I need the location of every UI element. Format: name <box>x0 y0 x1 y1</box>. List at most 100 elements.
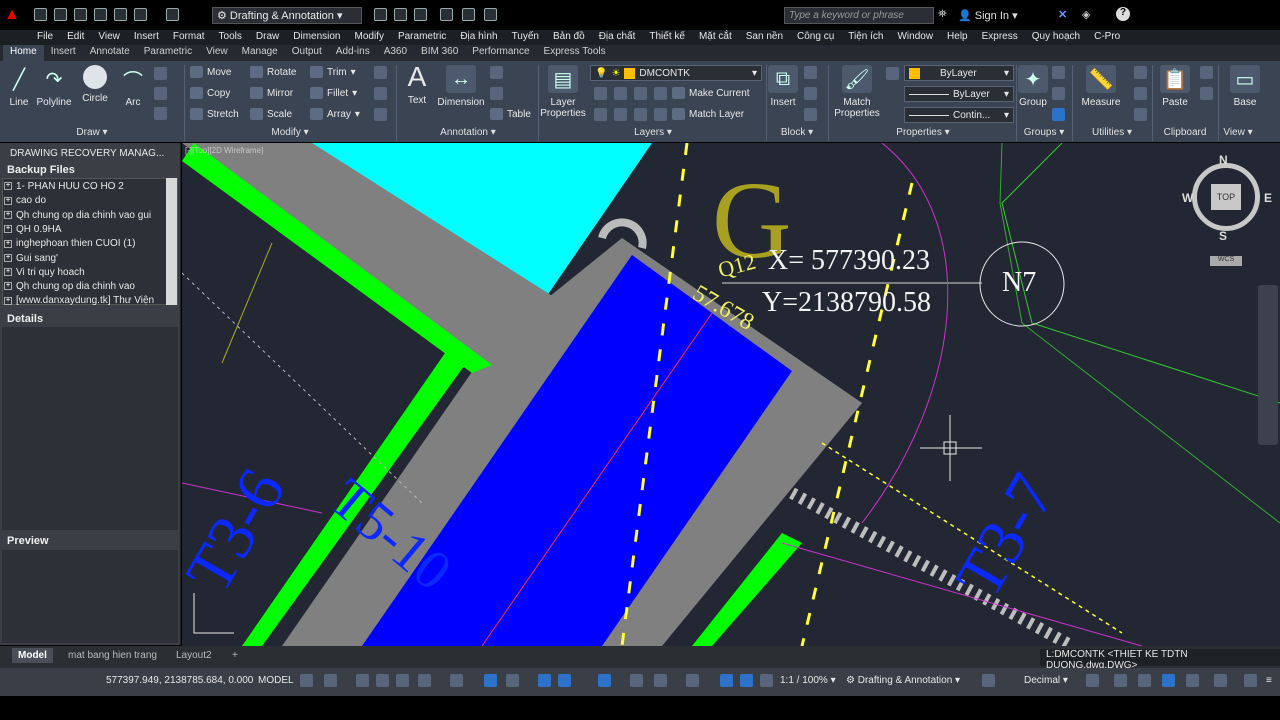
menu-item[interactable]: Mặt cắt <box>692 30 739 45</box>
menu-item[interactable]: C-Pro <box>1087 30 1127 45</box>
upload-icon[interactable] <box>414 8 427 21</box>
redo-icon[interactable] <box>166 8 179 21</box>
expand-icon[interactable]: + <box>4 196 12 205</box>
line-button[interactable]: ╱ Line <box>6 65 32 109</box>
backup-file-item[interactable]: +1- PHAN HUU CO HO 2 <box>4 181 164 192</box>
tab-home[interactable]: Home <box>3 45 44 61</box>
layer-on-icon[interactable] <box>594 108 607 121</box>
color-dropdown[interactable]: ByLayer ▾ <box>904 65 1014 81</box>
backup-files-header[interactable]: Backup Files <box>2 163 178 178</box>
clean-screen-icon[interactable] <box>1186 674 1199 687</box>
viewport-controls[interactable]: [-][Top][2D Wireframe] <box>185 146 263 155</box>
autodesk-a360-icon[interactable]: ◈ <box>1082 8 1090 21</box>
publish-icon[interactable] <box>394 8 407 21</box>
modify-panel-title[interactable]: Modify ▾ <box>185 127 395 141</box>
exchange-icon[interactable]: ✕ <box>1058 8 1067 21</box>
isolate-objects-icon[interactable] <box>1138 674 1151 687</box>
rotate-button[interactable]: Rotate <box>250 66 296 78</box>
status-menu-icon[interactable]: ≡ <box>1266 675 1272 686</box>
isometric-icon[interactable] <box>450 674 463 687</box>
model-space-button[interactable]: MODEL <box>258 675 294 686</box>
region-icon[interactable] <box>154 107 167 120</box>
selection-filter-icon[interactable] <box>686 674 699 687</box>
tab-bim-360[interactable]: BIM 360 <box>414 45 465 61</box>
backup-file-item[interactable]: + Vi tri quy hoach <box>4 267 164 278</box>
edit-attributes-icon[interactable] <box>804 108 817 121</box>
block-panel-title[interactable]: Block ▾ <box>766 127 828 141</box>
copy-clip-icon[interactable] <box>1200 87 1213 100</box>
menu-item[interactable]: Insert <box>127 30 166 45</box>
layer-freeze-icon[interactable] <box>634 87 647 100</box>
layer-properties-button[interactable]: ▤ Layer Properties <box>540 65 586 119</box>
expand-icon[interactable]: + <box>4 268 12 277</box>
tab-annotate[interactable]: Annotate <box>83 45 137 61</box>
erase-icon[interactable] <box>374 66 387 79</box>
properties-panel-title[interactable]: Properties ▾ <box>830 127 1016 141</box>
insert-button[interactable]: ⧉ Insert <box>768 65 798 108</box>
ungroup-icon[interactable] <box>1052 66 1065 79</box>
backup-file-item[interactable]: + Qh chung op dia chinh vao <box>4 281 164 292</box>
hardware-acceleration-icon[interactable] <box>1162 674 1175 687</box>
menu-item[interactable]: Địa chất <box>592 30 643 45</box>
menu-item[interactable]: Thiết kế <box>642 30 692 45</box>
menu-item[interactable]: View <box>91 30 127 45</box>
stretch-button[interactable]: Stretch <box>190 108 239 120</box>
menu-item[interactable]: Công cụ <box>790 30 841 45</box>
undo-icon[interactable] <box>134 8 147 21</box>
polar-icon[interactable] <box>418 674 431 687</box>
menu-item[interactable]: Modify <box>348 30 391 45</box>
transparency-icon[interactable] <box>558 674 571 687</box>
expand-icon[interactable]: + <box>4 210 12 219</box>
mirror-button[interactable]: Mirror <box>250 87 293 99</box>
expand-icon[interactable]: + <box>4 182 12 191</box>
backup-file-item[interactable]: + inghephoan thien CUOI (1) <box>4 238 164 249</box>
autocad-logo-icon[interactable]: ▲ <box>4 6 20 24</box>
tab-view[interactable]: View <box>199 45 235 61</box>
layer-dropdown[interactable]: 💡 ☀ DMCONTK ▾ <box>590 65 762 81</box>
save-as-icon[interactable] <box>94 8 107 21</box>
menu-item[interactable]: Bản đồ <box>546 30 592 45</box>
tab-mat-bang-hien-trang[interactable]: mat bang hien trang <box>62 648 163 663</box>
new-icon[interactable] <box>34 8 47 21</box>
quick-properties-icon[interactable] <box>1086 674 1099 687</box>
sign-in-button[interactable]: 👤 Sign In ▾ <box>958 9 1018 22</box>
point-icon[interactable] <box>1134 87 1147 100</box>
binoculars-icon[interactable]: ⛯ <box>938 8 947 21</box>
tab-manage[interactable]: Manage <box>235 45 285 61</box>
snap-icon[interactable] <box>324 674 337 687</box>
backup-list-scrollbar[interactable] <box>166 178 177 305</box>
units-select[interactable]: Decimal ▾ <box>1024 675 1068 686</box>
menu-item[interactable]: Draw <box>249 30 286 45</box>
auto-scale-icon[interactable] <box>740 674 753 687</box>
draw-panel-title[interactable]: Draw ▾ <box>0 127 184 141</box>
annotation-visibility-icon[interactable] <box>720 674 733 687</box>
selection-cycling-icon[interactable] <box>598 674 611 687</box>
layer-unisolate-icon[interactable] <box>614 108 627 121</box>
details-header[interactable]: Details <box>2 312 178 327</box>
menu-item[interactable]: Dimension <box>286 30 347 45</box>
tab-performance[interactable]: Performance <box>465 45 536 61</box>
lineweight-icon[interactable] <box>538 674 551 687</box>
measure-button[interactable]: 📏 Measure <box>1078 65 1124 108</box>
backup-file-item[interactable]: + cao do <box>4 195 164 206</box>
tab-insert[interactable]: Insert <box>44 45 83 61</box>
view-panel-title[interactable]: View ▾ <box>1218 127 1258 141</box>
fullscreen-icon[interactable] <box>1244 674 1257 687</box>
clipboard-panel-title[interactable]: Clipboard <box>1152 127 1218 141</box>
linetype-dropdown[interactable]: ByLayer ▾ <box>904 86 1014 102</box>
trim-button[interactable]: Trim ▾ <box>310 66 356 78</box>
menu-item[interactable]: Edit <box>60 30 91 45</box>
grid-icon[interactable] <box>300 674 313 687</box>
menu-item[interactable]: Quy hoạch <box>1025 30 1087 45</box>
customization-icon[interactable] <box>1214 674 1227 687</box>
leader-icon[interactable] <box>490 66 503 79</box>
explode-icon[interactable] <box>374 87 387 100</box>
make-current-button[interactable]: Make Current <box>672 87 750 99</box>
workspace-select[interactable]: ⚙ Drafting & Annotation ▾ <box>212 7 362 24</box>
tab-a360[interactable]: A360 <box>377 45 414 61</box>
save-icon[interactable] <box>74 8 87 21</box>
rectangle-icon[interactable] <box>154 67 167 80</box>
ortho-icon[interactable] <box>396 674 409 687</box>
scale-button[interactable]: Scale <box>250 108 292 120</box>
workspace-switch[interactable]: ⚙ Drafting & Annotation ▾ <box>846 675 960 686</box>
